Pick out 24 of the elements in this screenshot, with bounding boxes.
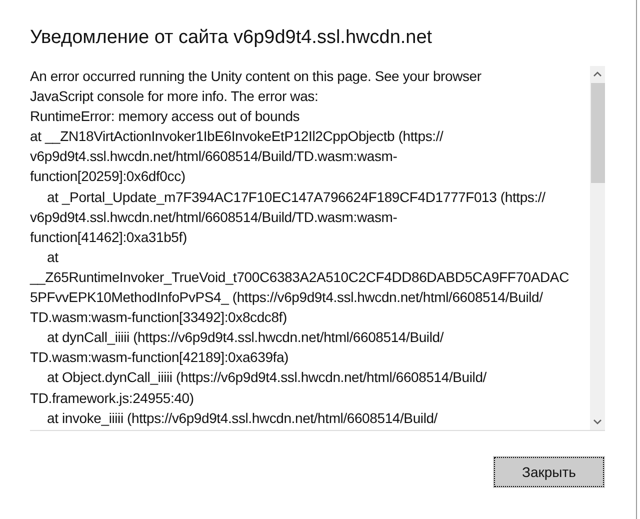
scrollbar[interactable] <box>590 66 605 430</box>
message-line: RuntimeError: memory access out of bounds <box>30 107 301 126</box>
message-line: JavaScript console for more info. The error was: <box>30 87 320 106</box>
message-line: at _Portal_Update_m7F394AC17F10EC147A796624F189CF4D1777F013 (https:// <box>46 188 546 207</box>
scroll-up-icon[interactable] <box>593 71 602 77</box>
message-line: at __ZN18VirtActionInvoker1IbE6InvokeEtP12Il2CppObjectb (https:// <box>30 127 444 146</box>
message-line: function[20259]:0x6df0cc) <box>30 167 186 186</box>
message-line: __Z65RuntimeInvoker_TrueVoid_t700C6383A2A510C2CF4DD86DABD5CA9FF70ADAC <box>30 268 570 287</box>
message-line: at Object.dynCall_iiiii (https://v6p9d9t4.ssl.hwcdn.net/html/6608514/Build/ <box>46 368 488 388</box>
dialog-title: Уведомление от сайта v6p9d9t4.ssl.hwcdn.net <box>30 26 434 50</box>
message-line: 5PFvvEPK10MethodInfoPvPS4_ (https://v6p9d9t4.ssl.hwcdn.net/html/6608514/Build/ <box>30 288 544 308</box>
close-button[interactable]: Закрыть <box>493 456 605 488</box>
message-line: at dynCall_iiiii (https://v6p9d9t4.ssl.hwcdn.net/html/6608514/Build/ <box>46 328 445 348</box>
message-line: at invoke_iiiii (https://v6p9d9t4.ssl.hwcdn.net/html/6608514/Build/ <box>46 408 439 428</box>
message-line: TD.framework.js:24955:40) <box>30 388 195 408</box>
message-line: TD.wasm:wasm-function[42189]:0xa639fa) <box>30 348 290 368</box>
message-line: v6p9d9t4.ssl.hwcdn.net/html/6608514/Build/TD.wasm:wasm- <box>30 147 398 166</box>
message-line: at <box>46 248 60 267</box>
message-line: function[41462]:0xa31b5f) <box>30 228 188 247</box>
scrollbar-thumb[interactable] <box>590 83 604 183</box>
message-line: TD.wasm:wasm-function[33492]:0x8cdc8f) <box>30 308 288 328</box>
message-line: An error occurred running the Unity content on this page. See your browser <box>30 67 482 86</box>
message-line: v6p9d9t4.ssl.hwcdn.net/html/6608514/Build/TD.wasm:wasm- <box>30 208 398 227</box>
scroll-down-icon[interactable] <box>593 419 602 425</box>
